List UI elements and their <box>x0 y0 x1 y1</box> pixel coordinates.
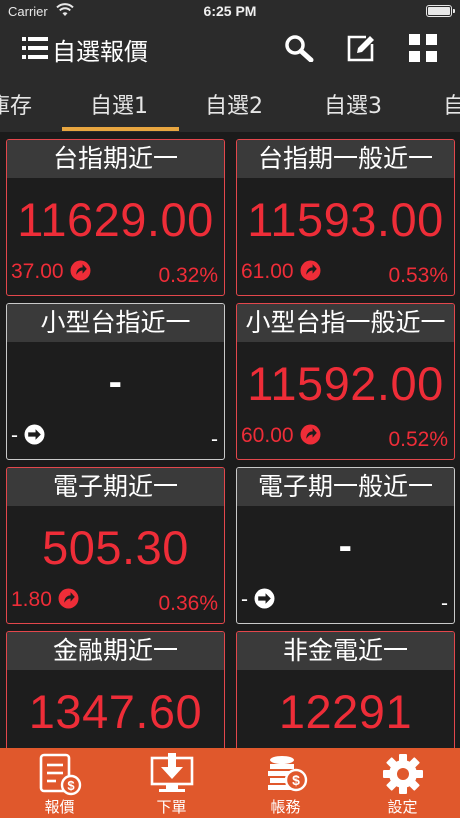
tabbar-label: 設定 <box>387 798 418 816</box>
tabbar-label: 下單 <box>156 798 187 816</box>
quote-price: 11593.00 <box>247 193 444 246</box>
selected-tab-indicator <box>62 127 179 131</box>
tabbar-label: 帳務 <box>270 798 301 816</box>
change-value: 1.80 <box>11 588 52 611</box>
quote-card[interactable]: 台指期一般近一 11593.00 61.00 0.53% <box>236 139 455 296</box>
up-arrow-icon <box>70 260 91 281</box>
tab-watchlist-3[interactable]: 自選3 <box>324 88 382 120</box>
battery-icon <box>426 5 455 17</box>
quote-card[interactable]: 非金電近一 12291 <box>236 631 455 748</box>
coins-account-icon: $ <box>268 756 308 792</box>
page-title: 自選報價 <box>52 38 148 66</box>
quote-price: 11592.00 <box>247 357 444 410</box>
order-download-icon <box>150 753 194 792</box>
flat-arrow-icon <box>254 588 275 609</box>
quote-name: 非金電近一 <box>237 632 454 670</box>
svg-text:$: $ <box>292 772 300 788</box>
tabbar-settings[interactable]: 設定 <box>345 748 460 818</box>
quote-card[interactable]: 電子期一般近一 - - - <box>236 467 455 624</box>
battery-level <box>428 7 450 15</box>
tabbar-account[interactable]: $ 帳務 <box>228 748 343 818</box>
status-bar: Carrier 6:25 PM <box>0 0 460 24</box>
quote-name: 小型台指近一 <box>7 304 224 342</box>
svg-text:$: $ <box>67 778 75 793</box>
quote-card[interactable]: 小型台指一般近一 11592.00 60.00 0.52% <box>236 303 455 460</box>
quote-card[interactable]: 電子期近一 505.30 1.80 0.36% <box>6 467 225 624</box>
watchlist-tabs: 庫存 自選1 自選2 自選3 自 <box>0 72 460 132</box>
tab-watchlist-2[interactable]: 自選2 <box>205 88 263 120</box>
tabbar-label: 報價 <box>44 798 75 816</box>
change-value: 61.00 <box>241 260 294 283</box>
quote-name: 台指期一般近一 <box>237 140 454 178</box>
quote-percent: 0.52% <box>388 428 448 451</box>
quote-name: 電子期一般近一 <box>237 468 454 506</box>
quote-percent: - <box>441 592 448 615</box>
quote-change: - <box>11 424 45 448</box>
quote-card[interactable]: 台指期近一 11629.00 37.00 0.32% <box>6 139 225 296</box>
quote-price: 12291 <box>278 685 413 738</box>
change-value: 60.00 <box>241 424 294 447</box>
quote-price: 505.30 <box>42 521 189 574</box>
quote-price: 1347.60 <box>28 685 203 738</box>
quote-change: 37.00 <box>11 260 91 284</box>
gear-icon <box>383 754 423 794</box>
quote-change: 61.00 <box>241 260 321 284</box>
flat-arrow-icon <box>24 424 45 445</box>
quote-price: 11629.00 <box>17 193 214 246</box>
quote-change: 60.00 <box>241 424 321 448</box>
quote-grid: 台指期近一 11629.00 37.00 0.32% 台指期一般近一 11593… <box>0 132 460 748</box>
tab-watchlist-4[interactable]: 自 <box>443 88 460 120</box>
tab-inventory[interactable]: 庫存 <box>0 88 32 120</box>
quote-price: - <box>338 524 353 568</box>
quote-name: 台指期近一 <box>7 140 224 178</box>
grid-icon[interactable] <box>408 34 438 62</box>
quote-name: 金融期近一 <box>7 632 224 670</box>
quote-change: - <box>241 588 275 612</box>
tabbar-order[interactable]: 下單 <box>114 748 229 818</box>
navigation-bar: 自選報價 <box>0 24 460 72</box>
change-value: - <box>11 424 18 447</box>
tabbar-quotes[interactable]: $ 報價 <box>2 748 117 818</box>
clock: 6:25 PM <box>203 3 257 19</box>
quote-percent: 0.36% <box>158 592 218 615</box>
change-value: 37.00 <box>11 260 64 283</box>
search-icon[interactable] <box>284 34 314 62</box>
bottom-tab-bar: $ 報價 下單 $ 帳務 設定 <box>0 748 460 818</box>
quote-change: 1.80 <box>11 588 79 612</box>
tab-watchlist-1[interactable]: 自選1 <box>90 88 148 120</box>
menu-icon[interactable] <box>22 36 48 60</box>
quote-card[interactable]: 金融期近一 1347.60 <box>6 631 225 748</box>
quote-name: 小型台指一般近一 <box>237 304 454 342</box>
quote-document-icon: $ <box>39 753 82 796</box>
quote-card[interactable]: 小型台指近一 - - - <box>6 303 225 460</box>
up-arrow-icon <box>58 588 79 609</box>
up-arrow-icon <box>300 260 321 281</box>
up-arrow-icon <box>300 424 321 445</box>
quote-percent: 0.32% <box>158 264 218 287</box>
edit-icon[interactable] <box>346 34 376 62</box>
quote-percent: 0.53% <box>388 264 448 287</box>
quote-percent: - <box>211 428 218 451</box>
quote-price: - <box>108 360 123 404</box>
quote-name: 電子期近一 <box>7 468 224 506</box>
change-value: - <box>241 588 248 611</box>
